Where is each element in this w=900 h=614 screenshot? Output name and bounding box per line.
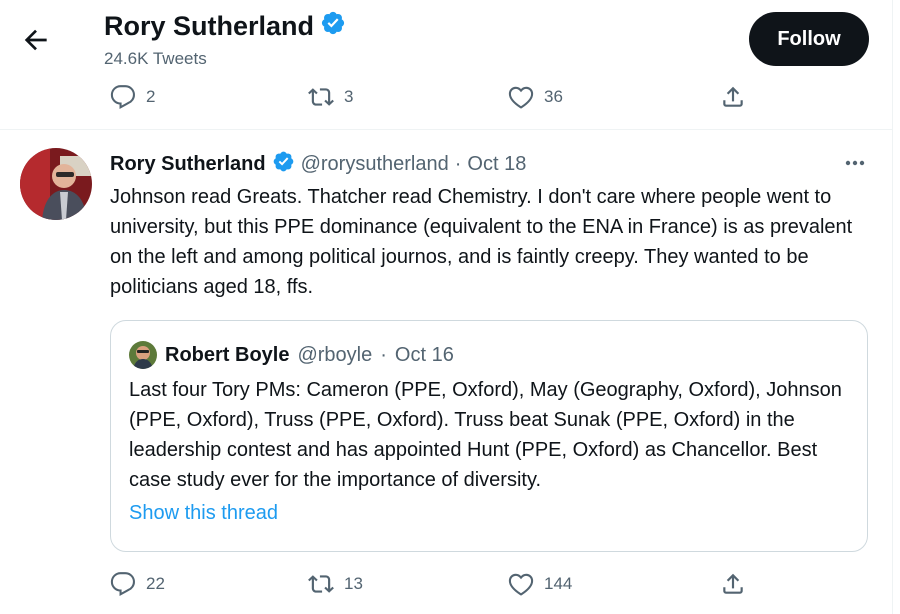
tweet-text: Johnson read Greats. Thatcher read Chemi…: [110, 186, 853, 298]
author-handle[interactable]: @rorysutherland: [301, 153, 449, 176]
retweet-button[interactable]: 13: [308, 571, 363, 597]
tweet-count: 24.6K Tweets: [104, 49, 207, 68]
tweet-author: Rory Sutherland @rorysutherland · Oct 18: [110, 150, 526, 179]
reply-count: 2: [146, 87, 156, 106]
retweet-button[interactable]: 3: [308, 84, 353, 110]
timeline-border: [892, 0, 893, 614]
heart-icon: [508, 573, 534, 596]
retweet-count: 3: [344, 87, 354, 106]
share-icon: [723, 573, 743, 594]
like-count: 144: [544, 574, 573, 593]
quoted-date: Oct 16: [394, 343, 454, 366]
quoted-avatar: [129, 341, 157, 369]
retweet-count: 13: [344, 574, 363, 593]
profile-name: Rory Sutherland: [104, 10, 346, 43]
profile-name-text: Rory Sutherland: [104, 11, 315, 41]
author-name[interactable]: Rory Sutherland: [110, 153, 266, 176]
back-arrow-icon[interactable]: [20, 24, 52, 56]
more-options-icon[interactable]: [840, 150, 870, 176]
quoted-author: Robert Boyle @rboyle · Oct 16: [129, 341, 454, 369]
tweet-date[interactable]: Oct 18: [467, 153, 526, 176]
reply-icon: [110, 572, 135, 597]
quoted-tweet[interactable]: Robert Boyle @rboyle · Oct 16 Last four …: [110, 320, 868, 552]
tweet-divider: [0, 129, 893, 130]
verified-badge-icon: [320, 10, 346, 43]
show-thread-link[interactable]: Show this thread: [129, 502, 278, 525]
quoted-author-name: Robert Boyle: [165, 343, 290, 366]
reply-count: 22: [146, 574, 165, 593]
share-button[interactable]: [720, 84, 746, 110]
share-icon: [723, 86, 743, 107]
reply-button[interactable]: 2: [110, 84, 155, 110]
share-button[interactable]: [720, 571, 746, 597]
heart-icon: [508, 86, 534, 109]
profile-header: Rory Sutherland 24.6K Tweets Follow: [0, 0, 892, 80]
dot-separator: ·: [454, 153, 462, 175]
reply-icon: [110, 85, 135, 110]
follow-button[interactable]: Follow: [749, 12, 869, 66]
like-button[interactable]: 36: [508, 84, 563, 110]
quoted-handle: @rboyle: [297, 343, 373, 366]
retweet-icon: [308, 88, 334, 106]
dot-separator: ·: [380, 343, 387, 366]
quoted-text: Last four Tory PMs: Cameron (PPE, Oxford…: [129, 379, 842, 491]
reply-button[interactable]: 22: [110, 571, 165, 597]
verified-badge-icon: [272, 150, 295, 179]
like-count: 36: [544, 87, 563, 106]
avatar[interactable]: [20, 148, 92, 220]
like-button[interactable]: 144: [508, 571, 572, 597]
retweet-icon: [308, 575, 334, 593]
